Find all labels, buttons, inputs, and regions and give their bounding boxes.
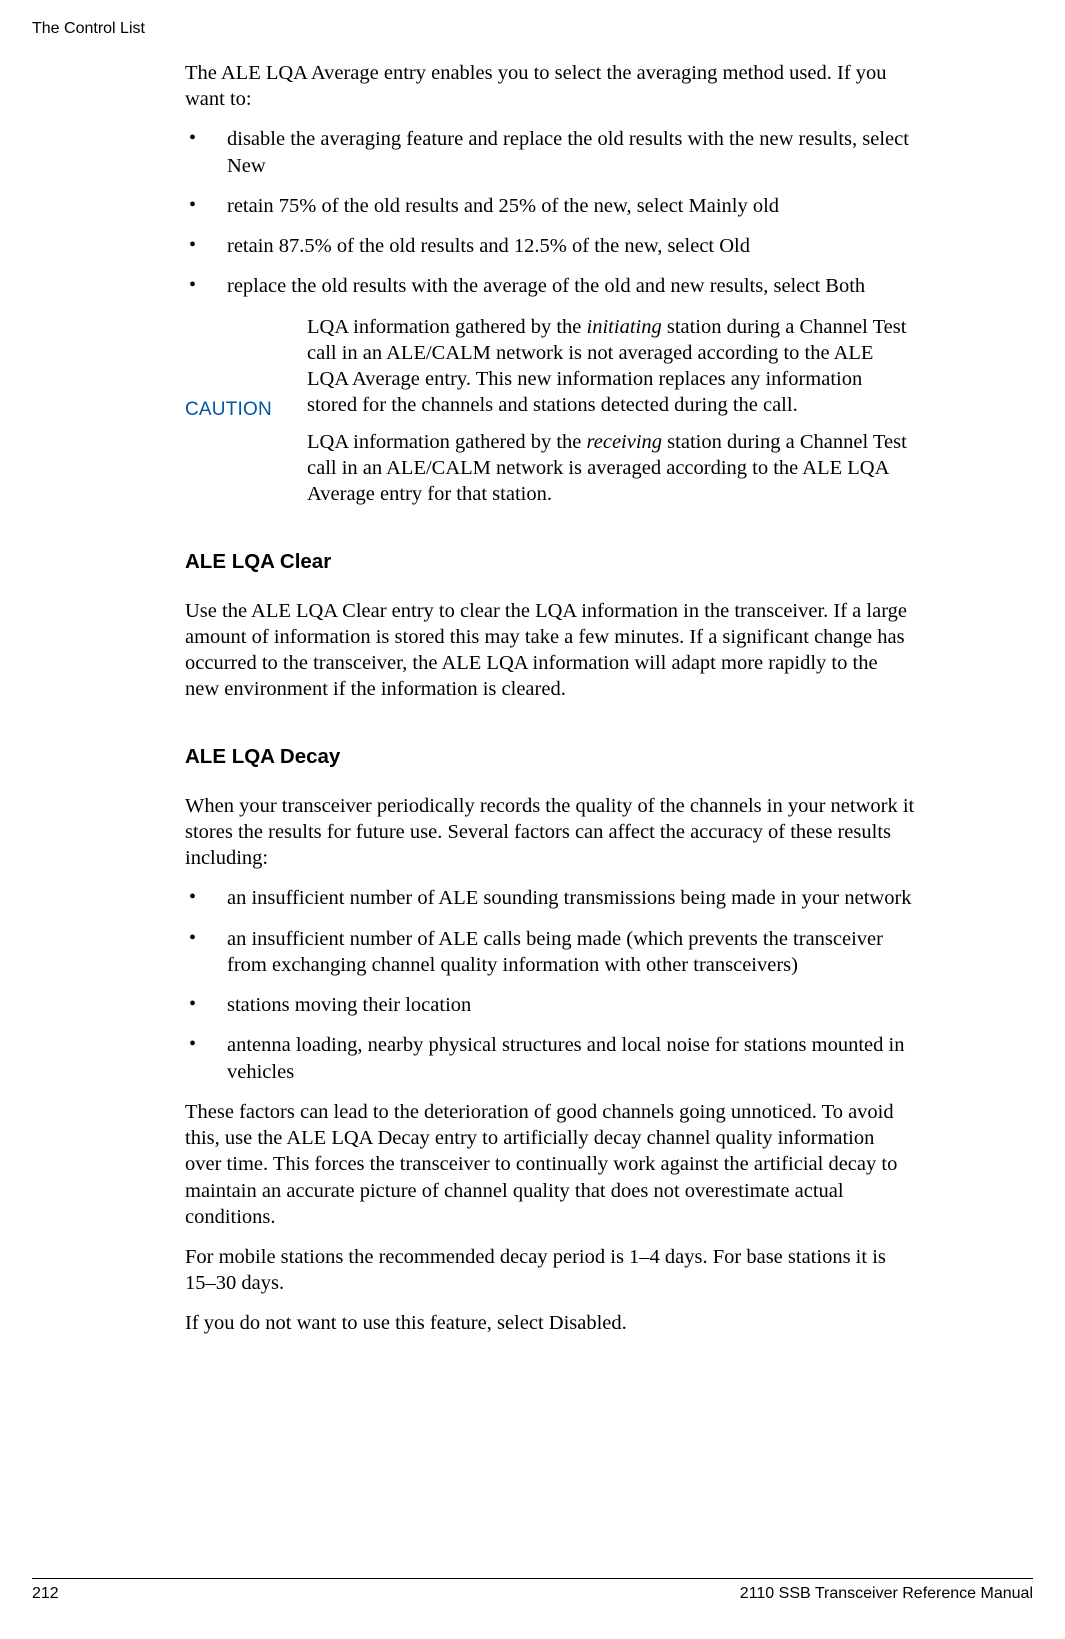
decay-intro-paragraph: When your transceiver periodically recor…	[185, 793, 915, 872]
section-heading-decay: ALE LQA Decay	[185, 744, 915, 770]
running-header: The Control List	[32, 20, 145, 38]
page-footer: 212 2110 SSB Transceiver Reference Manua…	[32, 1578, 1033, 1603]
list-item: an insufficient number of ALE sounding t…	[185, 885, 915, 911]
section-heading-clear: ALE LQA Clear	[185, 549, 915, 575]
emphasis: receiving	[587, 431, 663, 453]
emphasis: initiating	[587, 316, 662, 338]
decay-explain-paragraph: These factors can lead to the deteriorat…	[185, 1099, 915, 1230]
page-content: The ALE LQA Average entry enables you to…	[185, 60, 915, 1351]
text: LQA information gathered by the	[307, 431, 587, 453]
page: The Control List The ALE LQA Average ent…	[0, 0, 1065, 1639]
avg-options-list: disable the averaging feature and replac…	[185, 126, 915, 299]
caution-paragraph-2: LQA information gathered by the receivin…	[307, 429, 915, 508]
list-item: an insufficient number of ALE calls bein…	[185, 926, 915, 978]
intro-paragraph: The ALE LQA Average entry enables you to…	[185, 60, 915, 112]
decay-factors-list: an insufficient number of ALE sounding t…	[185, 885, 915, 1084]
caution-paragraph-1: LQA information gathered by the initiati…	[307, 314, 915, 419]
caution-body: LQA information gathered by the initiati…	[307, 314, 915, 508]
decay-disable-paragraph: If you do not want to use this feature, …	[185, 1310, 915, 1336]
list-item: replace the old results with the average…	[185, 273, 915, 299]
list-item: disable the averaging feature and replac…	[185, 126, 915, 178]
page-number: 212	[32, 1585, 59, 1603]
decay-recommend-paragraph: For mobile stations the recommended deca…	[185, 1244, 915, 1296]
text: LQA information gathered by the	[307, 316, 587, 338]
caution-label: CAUTION	[185, 398, 307, 422]
caution-block: CAUTION LQA information gathered by the …	[185, 314, 915, 508]
clear-paragraph: Use the ALE LQA Clear entry to clear the…	[185, 598, 915, 703]
list-item: retain 75% of the old results and 25% of…	[185, 193, 915, 219]
list-item: retain 87.5% of the old results and 12.5…	[185, 233, 915, 259]
manual-title: 2110 SSB Transceiver Reference Manual	[740, 1585, 1033, 1603]
list-item: antenna loading, nearby physical structu…	[185, 1032, 915, 1084]
list-item: stations moving their location	[185, 992, 915, 1018]
